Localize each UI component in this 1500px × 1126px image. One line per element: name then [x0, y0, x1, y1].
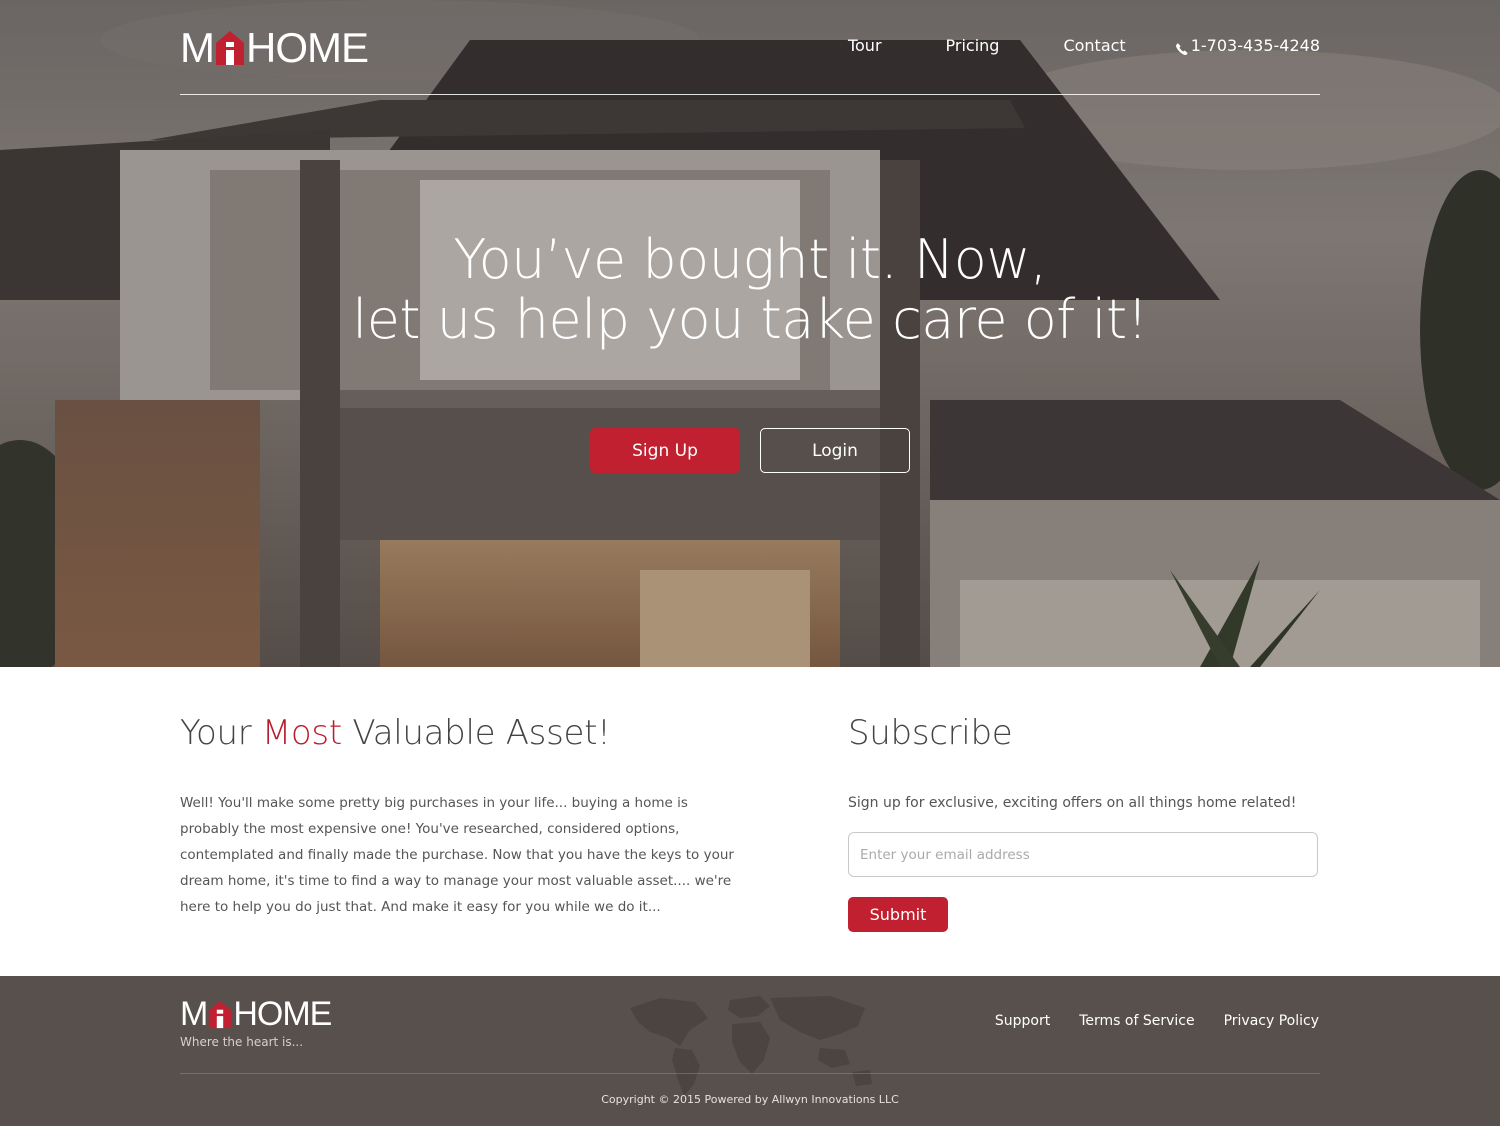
footer-link-privacy[interactable]: Privacy Policy	[1224, 1013, 1319, 1029]
footer-house-icon	[208, 1000, 232, 1029]
footer-logo-letter-m: M	[180, 995, 208, 1033]
nav-link-pricing[interactable]: Pricing	[946, 36, 1000, 55]
site-footer: M HOME Where the heart is... Support Ter…	[0, 976, 1500, 1126]
logo-letter-m: M	[180, 24, 215, 71]
hero-section: M HOME Tour Pricing Contact 1-703-435-42…	[0, 0, 1500, 667]
valuable-asset-body: Well! You'll make some pretty big purcha…	[180, 795, 734, 915]
hero-headline-line-1: You’ve bought it. Now,	[453, 228, 1047, 291]
title-suffix: Valuable Asset!	[341, 713, 611, 753]
hero-headline-line-2: let us help you take care of it!	[352, 288, 1148, 351]
subscribe-section: Subscribe Sign up for exclusive, excitin…	[848, 712, 1320, 932]
signup-button[interactable]: Sign Up	[590, 428, 740, 473]
title-prefix: Your	[180, 713, 262, 753]
login-button[interactable]: Login	[760, 428, 910, 473]
footer-tagline: Where the heart is...	[180, 1035, 304, 1049]
main-nav: Tour Pricing Contact 1-703-435-4248	[848, 36, 1320, 55]
footer-links: Support Terms of Service Privacy Policy	[966, 1013, 1319, 1029]
phone-number: 1-703-435-4248	[1190, 36, 1320, 55]
subscribe-description: Sign up for exclusive, exciting offers o…	[848, 795, 1297, 811]
footer-logo[interactable]: M HOME	[180, 995, 332, 1033]
logo-word-home: HOME	[246, 24, 369, 71]
valuable-asset-title: Your Most Valuable Asset!	[180, 712, 740, 754]
submit-button[interactable]: Submit	[848, 897, 948, 932]
footer-link-terms[interactable]: Terms of Service	[1079, 1013, 1194, 1029]
nav-phone-link[interactable]: 1-703-435-4248	[1175, 36, 1320, 55]
footer-copyright: Copyright © 2015 Powered by Allwyn Innov…	[601, 1093, 899, 1106]
top-navbar: M HOME Tour Pricing Contact 1-703-435-42…	[180, 26, 1320, 95]
subscribe-title: Subscribe	[848, 713, 1013, 753]
footer-logo-word-home: HOME	[233, 995, 332, 1033]
brand-logo[interactable]: M HOME	[180, 24, 369, 71]
nav-link-contact[interactable]: Contact	[1063, 36, 1125, 55]
title-accent-word: Most	[261, 713, 342, 753]
footer-link-support[interactable]: Support	[995, 1013, 1050, 1029]
footer-divider	[180, 1073, 1320, 1074]
world-map-graphic	[630, 996, 872, 1096]
email-input[interactable]	[848, 832, 1318, 877]
valuable-asset-section: Your Most Valuable Asset! Well! You'll m…	[180, 712, 740, 920]
phone-icon	[1175, 40, 1188, 55]
nav-link-tour[interactable]: Tour	[848, 36, 882, 55]
hero-headline: You’ve bought it. Now, let us help you t…	[0, 230, 1500, 350]
house-icon	[215, 30, 245, 66]
